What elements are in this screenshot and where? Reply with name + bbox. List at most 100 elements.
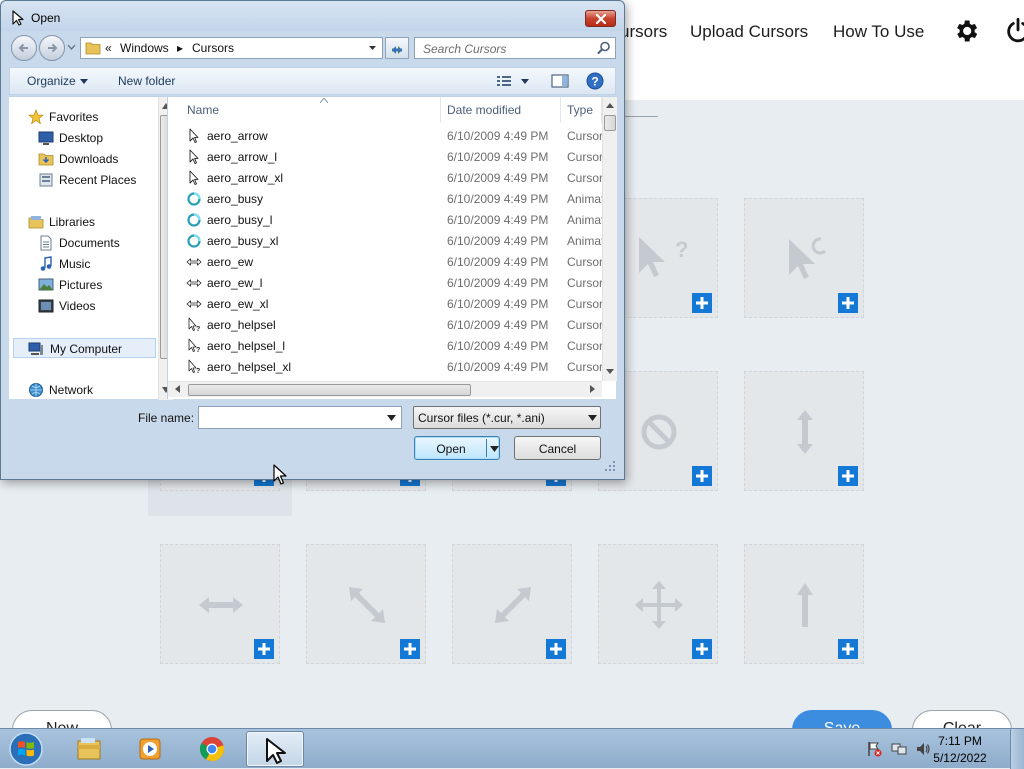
taskbar-windows-explorer[interactable] xyxy=(60,731,118,767)
file-row[interactable]: aero_ew_l 6/10/2009 4:49 PM Cursor xyxy=(168,272,602,293)
nav-libraries[interactable]: Libraries xyxy=(28,212,148,232)
network-status-icon[interactable] xyxy=(891,741,907,757)
file-type: Cursor xyxy=(567,255,602,269)
dialog-titlebar[interactable]: Open xyxy=(1,1,624,31)
file-type: Animated xyxy=(567,213,602,227)
file-row[interactable]: aero_busy_xl 6/10/2009 4:49 PM Animated xyxy=(168,230,602,251)
nav-music[interactable]: Music xyxy=(38,254,153,274)
file-name-input[interactable] xyxy=(199,407,379,428)
scroll-thumb[interactable] xyxy=(604,115,616,131)
file-row[interactable]: aero_ew_xl 6/10/2009 4:49 PM Cursor xyxy=(168,293,602,314)
taskbar-media-player[interactable] xyxy=(121,731,179,767)
chevron-down-icon[interactable] xyxy=(521,79,529,84)
nav-recent-places[interactable]: Recent Places xyxy=(38,170,153,190)
file-type-filter-select[interactable]: Cursor files (*.cur, *.ani) xyxy=(413,406,601,429)
gear-icon[interactable] xyxy=(952,17,980,45)
file-date-modified: 6/10/2009 4:49 PM xyxy=(447,297,549,311)
show-desktop-button[interactable] xyxy=(1010,729,1024,769)
file-row[interactable]: aero_busy_l 6/10/2009 4:49 PM Animated xyxy=(168,209,602,230)
add-cursor-button[interactable] xyxy=(838,466,858,486)
nav-videos[interactable]: Videos xyxy=(38,296,153,316)
view-list-icon[interactable] xyxy=(496,74,512,88)
file-date-modified: 6/10/2009 4:49 PM xyxy=(447,213,549,227)
preview-pane-icon[interactable] xyxy=(551,73,569,89)
file-row[interactable]: aero_arrow_xl 6/10/2009 4:49 PM Cursor xyxy=(168,167,602,188)
breadcrumb-cursors[interactable]: Cursors xyxy=(192,41,234,55)
add-cursor-button[interactable] xyxy=(838,293,858,313)
taskbar-chrome[interactable] xyxy=(183,731,241,767)
add-cursor-button[interactable] xyxy=(692,293,712,313)
nav-how-to-use[interactable]: How To Use xyxy=(833,20,924,44)
file-name-field[interactable] xyxy=(198,406,402,429)
resize-grip-icon[interactable] xyxy=(604,460,616,472)
nav-desktop[interactable]: Desktop xyxy=(38,128,153,148)
nav-my-cursors[interactable]: ursors xyxy=(620,20,667,44)
scroll-down-icon[interactable] xyxy=(606,367,614,375)
column-header-date-modified[interactable]: Date modified xyxy=(441,97,561,123)
help-icon[interactable]: ? xyxy=(586,72,604,90)
add-cursor-button[interactable] xyxy=(692,639,712,659)
add-cursor-button[interactable] xyxy=(400,639,420,659)
add-cursor-button[interactable] xyxy=(838,639,858,659)
clock-date[interactable]: 5/12/2022 xyxy=(930,751,990,765)
chevron-down-icon[interactable] xyxy=(368,44,377,52)
cursor-tile[interactable] xyxy=(160,544,280,664)
chevron-down-icon[interactable] xyxy=(490,446,499,452)
nav-pictures[interactable]: Pictures xyxy=(38,275,153,295)
nav-my-computer[interactable]: My Computer xyxy=(13,338,156,358)
add-cursor-button[interactable] xyxy=(692,466,712,486)
new-folder-button[interactable]: New folder xyxy=(118,74,175,88)
start-button[interactable] xyxy=(4,730,48,768)
cursor-tile[interactable] xyxy=(306,544,426,664)
nav-favorites[interactable]: Favorites xyxy=(28,107,148,127)
file-row[interactable]: aero_arrow_l 6/10/2009 4:49 PM Cursor xyxy=(168,146,602,167)
file-row[interactable]: ? aero_helpsel 6/10/2009 4:49 PM Cursor xyxy=(168,314,602,335)
power-icon[interactable] xyxy=(1004,17,1024,45)
cursor-tile[interactable] xyxy=(598,544,718,664)
scroll-thumb[interactable] xyxy=(188,384,471,396)
back-button[interactable] xyxy=(11,35,37,61)
open-button[interactable]: Open xyxy=(414,436,500,460)
file-list-vertical-scrollbar[interactable] xyxy=(602,97,617,381)
cursor-tile[interactable] xyxy=(744,544,864,664)
file-row[interactable]: aero_busy 6/10/2009 4:49 PM Animated xyxy=(168,188,602,209)
file-row[interactable]: aero_arrow 6/10/2009 4:49 PM Cursor xyxy=(168,125,602,146)
file-list-horizontal-scrollbar[interactable] xyxy=(168,381,602,397)
close-button[interactable] xyxy=(585,10,616,27)
cursor-tile[interactable] xyxy=(744,198,864,318)
help-cursor-file-icon: ? xyxy=(188,317,200,333)
scroll-up-icon[interactable] xyxy=(606,102,614,110)
search-icon[interactable] xyxy=(597,41,611,55)
add-cursor-button[interactable] xyxy=(254,639,274,659)
column-header-name[interactable]: Name xyxy=(181,97,441,123)
nav-upload-cursors[interactable]: Upload Cursors xyxy=(690,20,808,44)
search-input[interactable] xyxy=(415,38,590,58)
search-box[interactable] xyxy=(414,37,616,59)
nav-downloads[interactable]: Downloads xyxy=(38,149,153,169)
forward-button[interactable] xyxy=(39,35,65,61)
nav-network[interactable]: Network xyxy=(28,380,148,400)
action-center-flag-icon[interactable] xyxy=(866,741,882,757)
volume-icon[interactable] xyxy=(915,741,931,757)
address-bar[interactable]: « Windows ▸ Cursors xyxy=(80,37,383,59)
refresh-button[interactable] xyxy=(385,37,409,59)
scroll-left-icon[interactable] xyxy=(174,385,182,393)
organize-menu[interactable]: Organize xyxy=(27,74,76,88)
chevron-down-icon[interactable] xyxy=(387,415,396,421)
file-row[interactable]: aero_ew 6/10/2009 4:49 PM Cursor xyxy=(168,251,602,272)
file-row[interactable]: ? aero_helpsel_l 6/10/2009 4:49 PM Cursor xyxy=(168,335,602,356)
nav-documents[interactable]: Documents xyxy=(38,233,153,253)
cursor-tile[interactable] xyxy=(744,371,864,491)
recent-pages-chevron-icon[interactable] xyxy=(67,43,76,51)
cursor-tile[interactable] xyxy=(452,544,572,664)
add-cursor-button[interactable] xyxy=(546,639,566,659)
breadcrumb-overflow[interactable]: « xyxy=(105,41,112,55)
column-header-type[interactable]: Type xyxy=(561,97,602,123)
clock-time[interactable]: 7:11 PM xyxy=(930,734,990,748)
scroll-right-icon[interactable] xyxy=(588,385,596,393)
file-name: aero_arrow xyxy=(207,129,268,143)
file-row[interactable]: ? aero_helpsel_xl 6/10/2009 4:49 PM Cursor xyxy=(168,356,602,377)
cancel-button[interactable]: Cancel xyxy=(514,436,601,460)
breadcrumb-windows[interactable]: Windows xyxy=(120,41,169,55)
taskbar-cursor-app[interactable] xyxy=(246,731,304,767)
